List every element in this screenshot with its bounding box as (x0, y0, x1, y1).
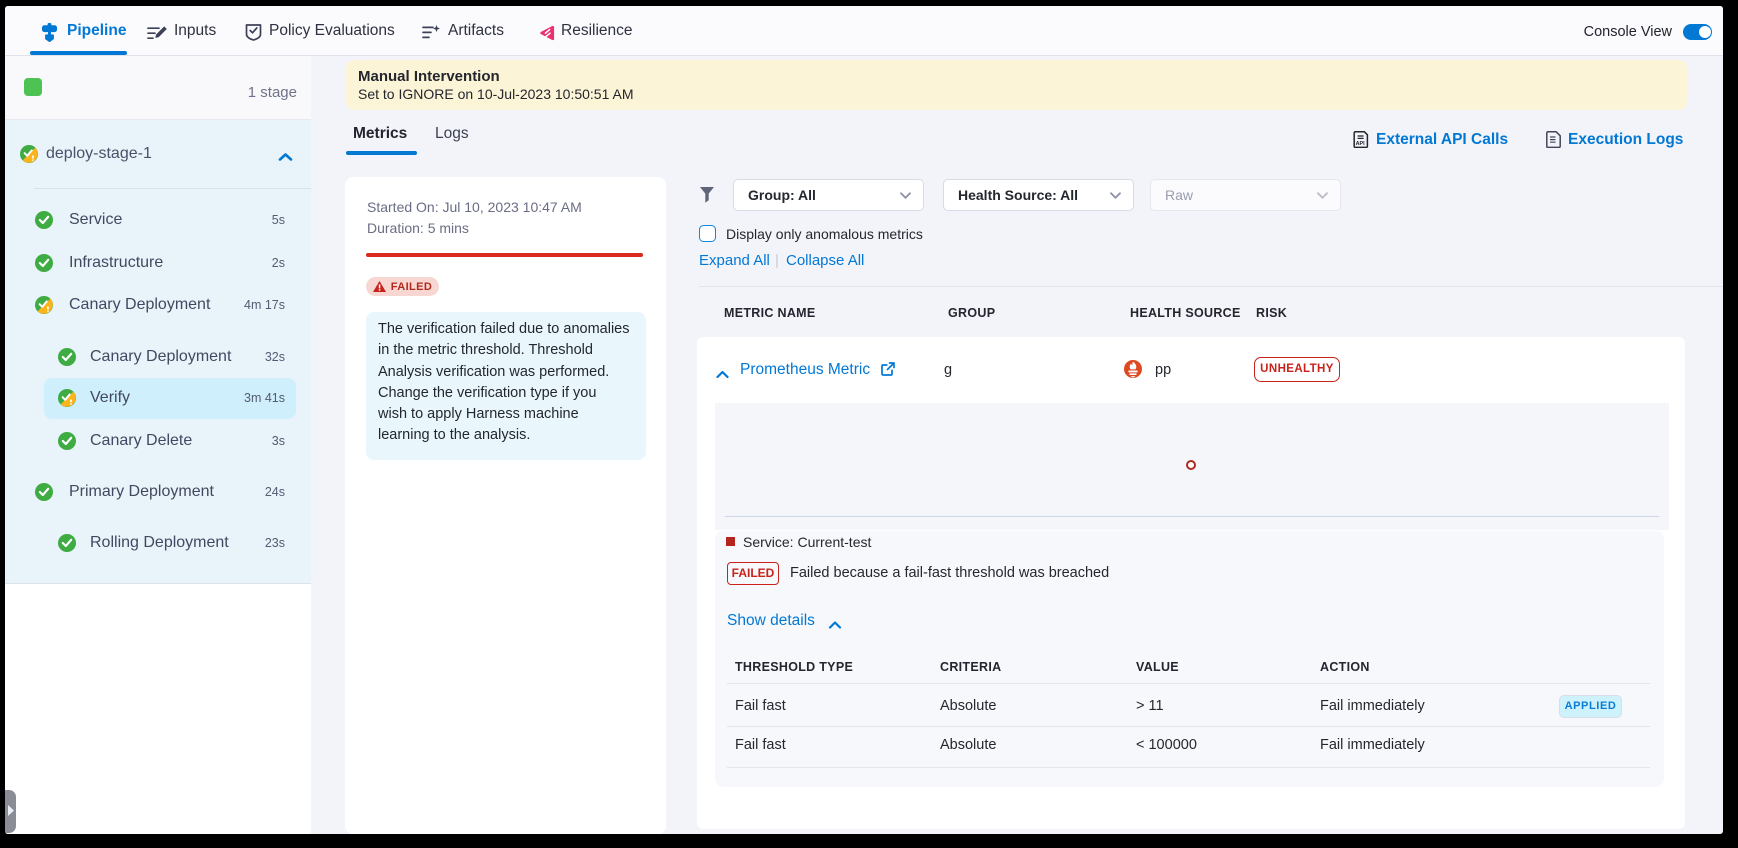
svg-text:API: API (1356, 141, 1365, 147)
